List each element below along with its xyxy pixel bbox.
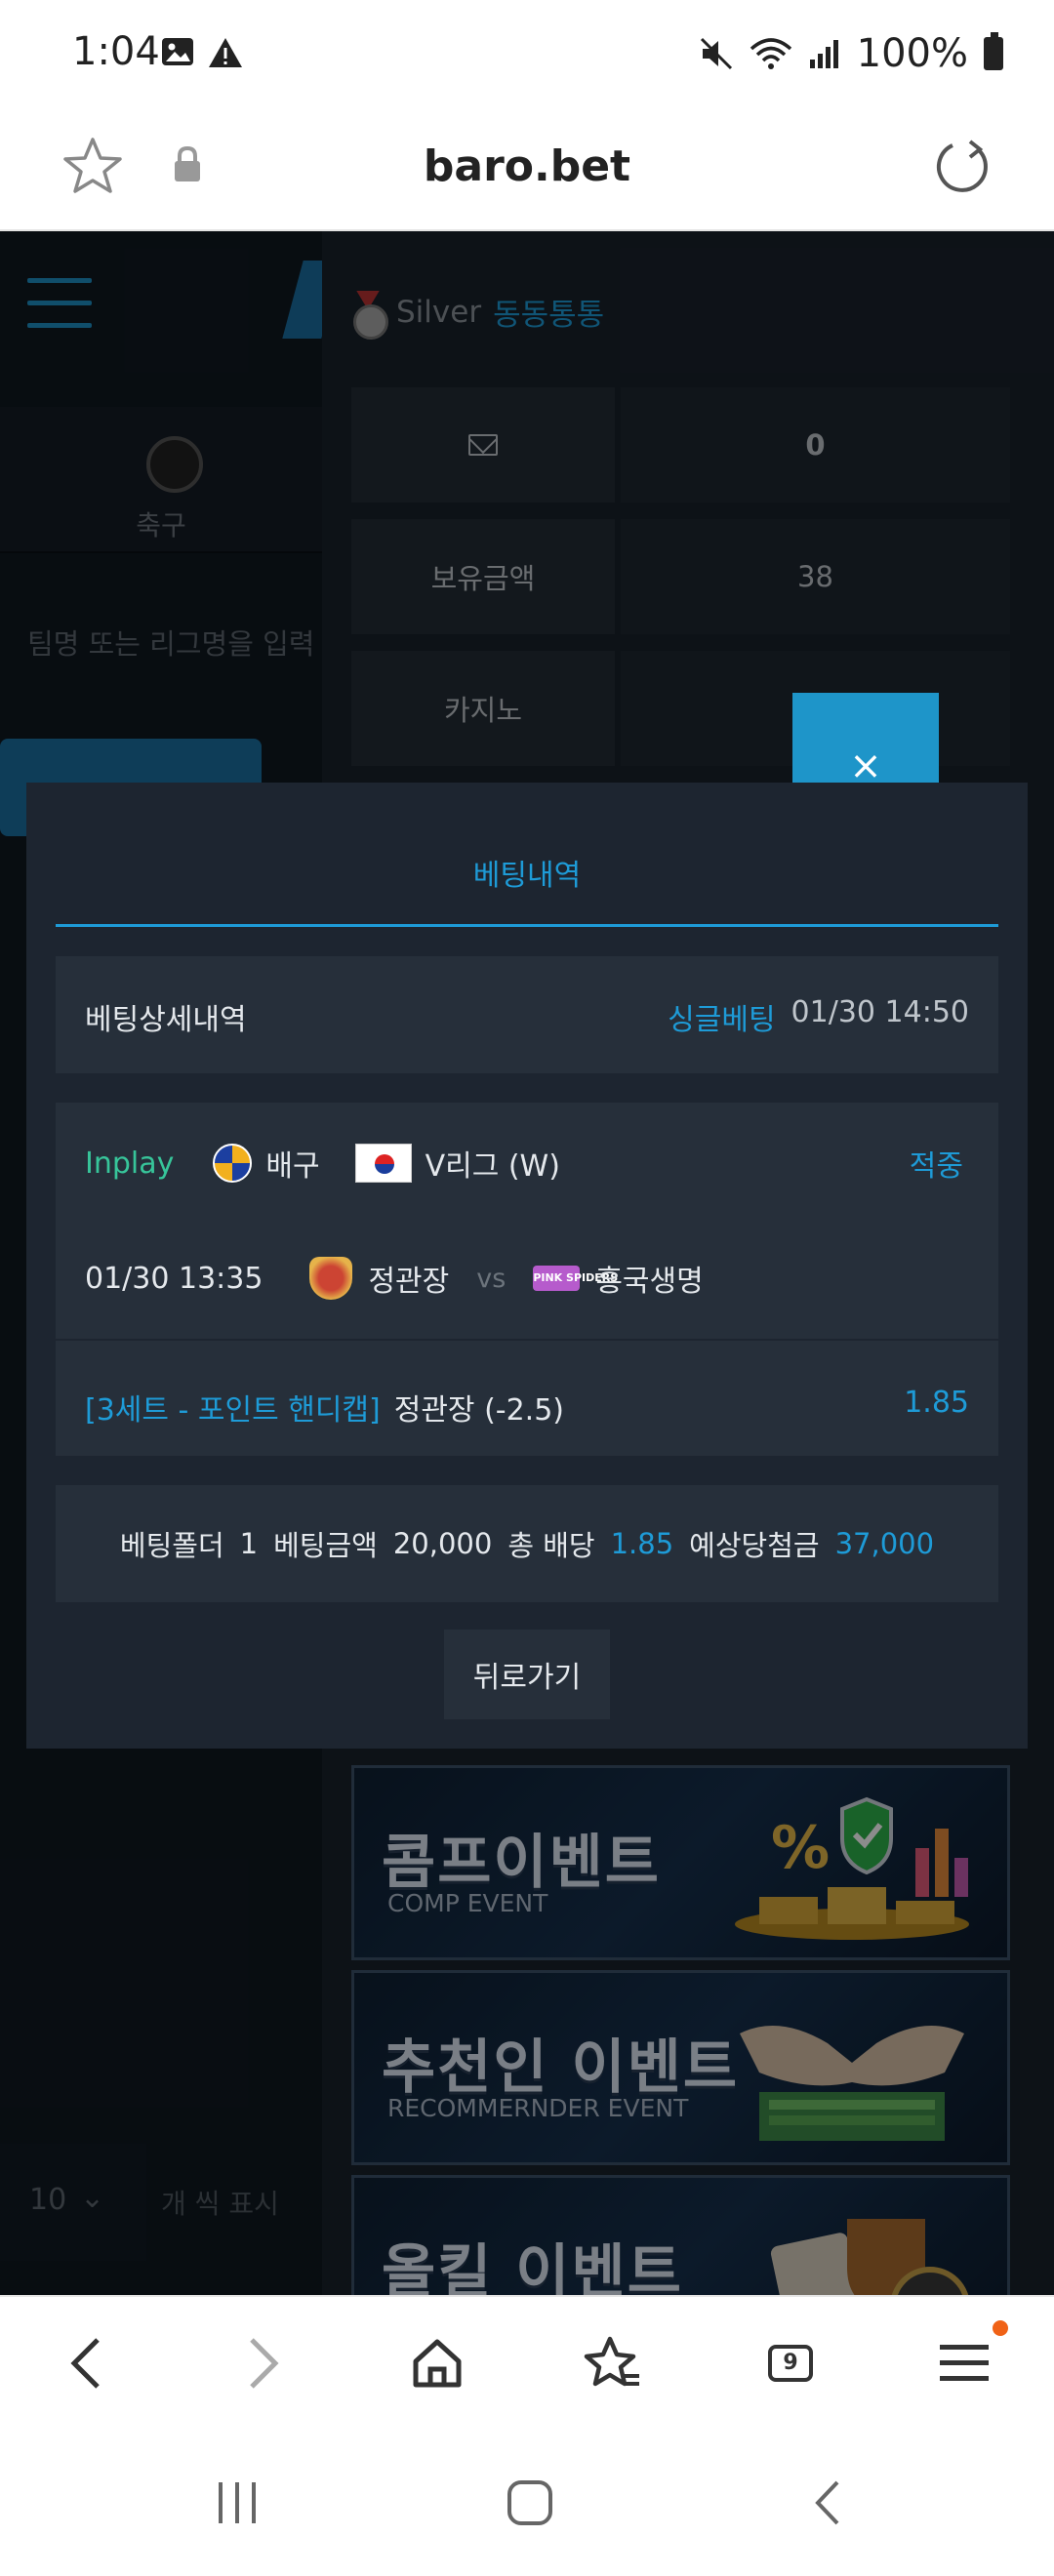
system-nav-bar (0, 2432, 1054, 2576)
home-team: 정관장 (368, 1265, 450, 1299)
total-odds-label: 총 배당 (507, 1529, 595, 1562)
total-odds-value: 1.85 (610, 1527, 674, 1560)
folder-value: 1 (239, 1527, 259, 1560)
browser-toolbar: 9 (0, 2295, 1054, 2432)
bet-item: Inplay 배구 V리그 (W) 적중 01/30 13:35 정관장 vs … (56, 1103, 998, 1456)
folder-label: 베팅폴더 (119, 1529, 224, 1562)
url-bar: baro.bet (0, 112, 1054, 231)
match-datetime: 01/30 13:35 (85, 1261, 264, 1296)
bet-meta: 싱글베팅 01/30 14:50 (668, 995, 969, 1038)
image-icon (162, 38, 193, 65)
amount-label: 베팅금액 (273, 1529, 378, 1562)
bet-type: 싱글베팅 (668, 1003, 776, 1037)
pick-odds: 1.85 (904, 1386, 969, 1420)
home-button[interactable] (398, 2324, 476, 2402)
divider (56, 1339, 998, 1341)
forward-arrow-icon (250, 2338, 279, 2389)
match-teams-row: 01/30 13:35 정관장 vs PINK SPIDERS 흥국생명 (85, 1257, 704, 1300)
bet-detail-header: 베팅상세내역 싱글베팅 01/30 14:50 (56, 956, 998, 1073)
forward-nav-button[interactable] (224, 2324, 303, 2402)
status-bar: 1:04 100% (0, 0, 1054, 112)
home-icon (413, 2339, 462, 2388)
volleyball-icon (213, 1144, 253, 1183)
bet-result: 적중 (909, 1149, 963, 1184)
home-team-logo-icon (309, 1257, 353, 1300)
amount-value: 20,000 (392, 1527, 493, 1560)
bet-history-modal: 베팅내역 베팅상세내역 싱글베팅 01/30 14:50 Inplay 배구 V… (26, 783, 1028, 1749)
tab-bet-history[interactable]: 베팅내역 (56, 851, 998, 894)
home-nav-icon[interactable] (506, 2478, 554, 2527)
status-right: 100% (699, 31, 1003, 76)
status-icons (161, 37, 243, 68)
inplay-badge: Inplay (85, 1146, 175, 1181)
recent-apps-icon[interactable] (213, 2478, 262, 2527)
away-team: 흥국생명 (595, 1265, 704, 1299)
bookmarks-star-icon (584, 2336, 639, 2387)
sport-name: 배구 (265, 1149, 320, 1184)
away-team-logo-icon: PINK SPIDERS (533, 1266, 618, 1291)
bet-detail-label: 베팅상세내역 (85, 1003, 247, 1037)
mute-icon (700, 37, 732, 70)
tabs-count-icon: 9 (768, 2345, 813, 2382)
match-league-row: Inplay 배구 V리그 (W) (85, 1142, 560, 1185)
menu-button[interactable] (925, 2324, 1003, 2402)
wifi-icon (750, 38, 791, 69)
tabs-button[interactable]: 9 (751, 2324, 830, 2402)
signal-icon (809, 40, 838, 68)
notification-dot (993, 2320, 1008, 2336)
menu-icon (940, 2345, 989, 2381)
tab-underline (56, 924, 998, 927)
vs-label: vs (476, 1263, 507, 1294)
expected-win-value: 37,000 (834, 1527, 935, 1560)
market-row: [3세트 - 포인트 핸디캡] 정관장 (-2.5) (85, 1386, 564, 1429)
pick: 정관장 (-2.5) (393, 1393, 565, 1428)
battery-percent: 100% (856, 31, 968, 76)
url-domain[interactable]: baro.bet (0, 141, 1054, 191)
back-button[interactable]: 뒤로가기 (444, 1630, 610, 1719)
bet-summary: 베팅폴더 1 베팅금액 20,000 총 배당 1.85 예상당첨금 37,00… (56, 1485, 998, 1602)
reload-icon[interactable] (931, 134, 995, 198)
back-nav-button[interactable] (47, 2324, 125, 2402)
league-name: V리그 (W) (425, 1149, 560, 1184)
bet-datetime: 01/30 14:50 (790, 995, 969, 1029)
market-name: [3세트 - 포인트 핸디캡] (85, 1393, 381, 1428)
korea-flag-icon (354, 1144, 412, 1183)
warning-icon (209, 38, 242, 67)
back-arrow-icon (70, 2338, 100, 2389)
bookmarks-button[interactable] (574, 2324, 652, 2402)
expected-win-label: 예상당첨금 (689, 1529, 820, 1562)
battery-icon (984, 32, 1003, 70)
clock: 1:04 (72, 29, 160, 74)
back-nav-icon[interactable] (808, 2478, 847, 2527)
